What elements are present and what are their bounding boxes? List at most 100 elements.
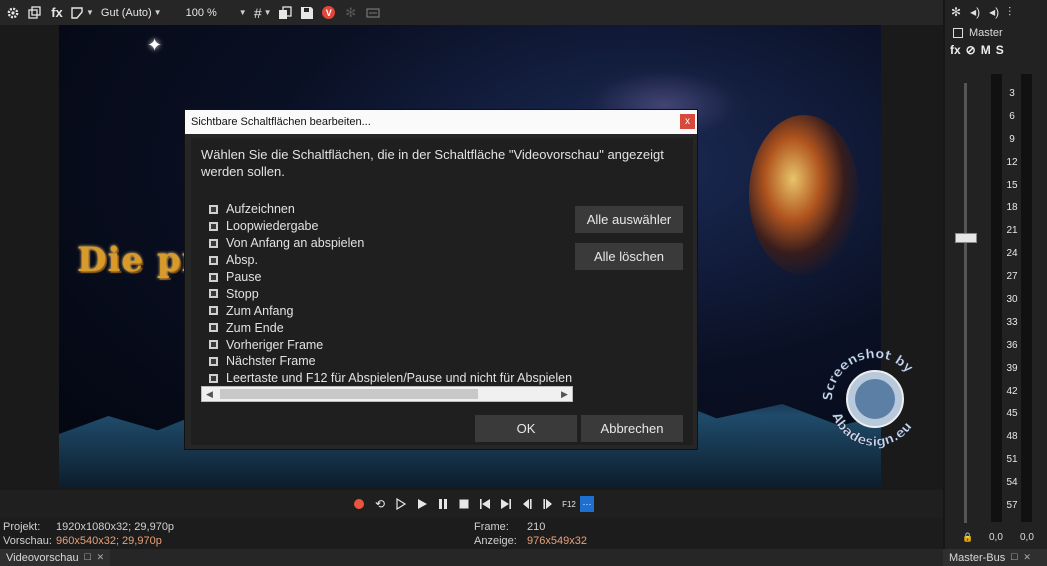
- meter-scale-tick: 42: [1006, 385, 1018, 397]
- preview-toolbar: fx ▼ Gut (Auto) ▼ 100 % ▼ # ▼ V ✻: [0, 0, 943, 25]
- list-item[interactable]: Loopwiedergabe: [209, 218, 579, 235]
- next-frame-button[interactable]: [538, 494, 558, 514]
- lock-icon[interactable]: 🔒: [962, 532, 973, 543]
- play-from-start-button[interactable]: [391, 494, 411, 514]
- projekt-value: 1920x1080x32; 29,970p: [56, 521, 175, 533]
- checkbox[interactable]: [209, 340, 218, 350]
- quality-dropdown[interactable]: Gut (Auto) ▼: [98, 3, 165, 23]
- pause-button[interactable]: [433, 494, 453, 514]
- play-button[interactable]: [412, 494, 432, 514]
- gear-icon[interactable]: [4, 3, 22, 23]
- link-icon[interactable]: ⊘: [966, 43, 976, 57]
- checkbox[interactable]: [209, 323, 218, 333]
- checkbox[interactable]: [209, 272, 218, 282]
- previous-frame-button[interactable]: [517, 494, 537, 514]
- checkbox[interactable]: [209, 289, 218, 299]
- mixer-sliders-icon[interactable]: ⫶: [1008, 5, 1011, 20]
- frame-value: 210: [527, 521, 546, 533]
- list-item[interactable]: Absp.: [209, 252, 579, 269]
- tab-master-bus[interactable]: Master-Bus ☐ ✕: [943, 549, 1047, 566]
- record-button[interactable]: [349, 494, 369, 514]
- vorschau-label: Vorschau:: [3, 535, 52, 547]
- meter-scale-tick: 54: [1006, 477, 1018, 489]
- meter-scale-tick: 3: [1009, 88, 1015, 99]
- close-icon[interactable]: ✕: [1023, 552, 1031, 563]
- checkbox[interactable]: [209, 238, 218, 248]
- copy-icon[interactable]: [276, 3, 294, 23]
- video-title-text: Die pr: [77, 240, 201, 280]
- mixer-toolbar: ✻ ◂) ◂) ⫶: [945, 0, 1047, 24]
- solo-button[interactable]: S: [996, 43, 1004, 57]
- window-icon[interactable]: ☐: [1010, 552, 1018, 563]
- close-icon[interactable]: ✕: [97, 552, 105, 563]
- fader-track[interactable]: [964, 83, 967, 523]
- cancel-button[interactable]: Abbrechen: [581, 415, 683, 442]
- list-item[interactable]: Von Anfang an abspielen: [209, 235, 579, 252]
- close-button[interactable]: x: [680, 114, 695, 129]
- tab-videovorschau[interactable]: Videovorschau ☐ ✕: [0, 549, 111, 566]
- fx-icon[interactable]: fx: [48, 3, 66, 23]
- list-item[interactable]: Stopp: [209, 285, 579, 302]
- checkbox[interactable]: [209, 204, 218, 214]
- mixer-gear-icon[interactable]: ✻: [951, 5, 961, 19]
- dialog-titlebar: Sichtbare Schaltflächen bearbeiten... x: [185, 110, 697, 134]
- window-icon[interactable]: ☐: [84, 552, 92, 563]
- vorschau-value: 960x540x32; 29,970p: [56, 535, 162, 547]
- scroll-right-icon[interactable]: ▶: [557, 387, 572, 401]
- meter-scale-tick: 51: [1006, 454, 1018, 466]
- meter-scale-tick: 33: [1006, 316, 1018, 328]
- checkbox[interactable]: [209, 255, 218, 265]
- checkbox[interactable]: [209, 221, 218, 231]
- clear-all-button[interactable]: Alle löschen: [575, 243, 683, 270]
- save-icon[interactable]: [298, 3, 316, 23]
- star: ✦: [147, 35, 163, 55]
- list-item[interactable]: Zum Ende: [209, 319, 579, 336]
- select-all-button[interactable]: Alle auswähler: [575, 206, 683, 233]
- list-item[interactable]: Pause: [209, 269, 579, 286]
- ok-button[interactable]: OK: [475, 415, 577, 442]
- go-to-start-button[interactable]: [475, 494, 495, 514]
- dialog-instruction: Wählen Sie die Schaltflächen, die in der…: [201, 147, 664, 179]
- scroll-left-icon[interactable]: ◀: [202, 387, 217, 401]
- go-to-end-button[interactable]: [496, 494, 516, 514]
- scroll-thumb[interactable]: [220, 389, 478, 399]
- stop-button[interactable]: [454, 494, 474, 514]
- bottom-tabbar: Videovorschau ☐ ✕ Master-Bus ☐ ✕: [0, 549, 1047, 566]
- anzeige-value: 976x549x32: [527, 535, 587, 547]
- more-buttons-button[interactable]: ···: [580, 496, 594, 512]
- overlay-icon[interactable]: [364, 3, 382, 23]
- list-item[interactable]: Nächster Frame: [209, 353, 579, 370]
- windows-icon[interactable]: [26, 3, 44, 23]
- checkbox[interactable]: [209, 356, 218, 366]
- checkbox[interactable]: [209, 373, 218, 383]
- play-icon: [418, 499, 427, 509]
- vegas-window: fx ▼ Gut (Auto)▼ 100 %▼ #▼ V ✻ ✦ ✦ Die p…: [0, 0, 1047, 566]
- volume-icon[interactable]: ◂): [989, 5, 999, 19]
- next-frame-icon: [543, 499, 552, 509]
- settings-disabled-icon: ✻: [345, 4, 357, 20]
- meter-scale-tick: 15: [1006, 179, 1018, 191]
- anzeige-label: Anzeige:: [474, 535, 517, 547]
- master-row: Master: [945, 24, 1047, 41]
- list-item[interactable]: Leertaste und F12 für Abspielen/Pause un…: [209, 370, 579, 387]
- checkbox[interactable]: [209, 306, 218, 316]
- v-icon[interactable]: V: [320, 3, 338, 23]
- zoom-dropdown[interactable]: 100 % ▼: [183, 3, 250, 23]
- master-checkbox[interactable]: [953, 27, 963, 38]
- watermark-logo: Screenshot by Abadesign.eu: [822, 347, 916, 451]
- speaker-settings-icon[interactable]: ◂): [970, 5, 980, 19]
- pause-icon: [439, 499, 447, 509]
- space-f12-button[interactable]: F12: [559, 494, 579, 514]
- split-icon[interactable]: ▼: [70, 3, 94, 23]
- mute-button[interactable]: M: [981, 43, 991, 57]
- fader-knob[interactable]: [955, 233, 977, 243]
- record-icon: [354, 499, 364, 509]
- loop-button[interactable]: ⟲: [370, 494, 390, 514]
- list-item[interactable]: Vorheriger Frame: [209, 336, 579, 353]
- fx-button[interactable]: fx: [950, 43, 961, 57]
- horizontal-scrollbar[interactable]: ◀ ▶: [201, 386, 573, 402]
- play-from-start-icon: [396, 498, 407, 510]
- grid-icon[interactable]: # ▼: [254, 3, 272, 23]
- list-item[interactable]: Aufzeichnen: [209, 201, 579, 218]
- list-item[interactable]: Zum Anfang: [209, 302, 579, 319]
